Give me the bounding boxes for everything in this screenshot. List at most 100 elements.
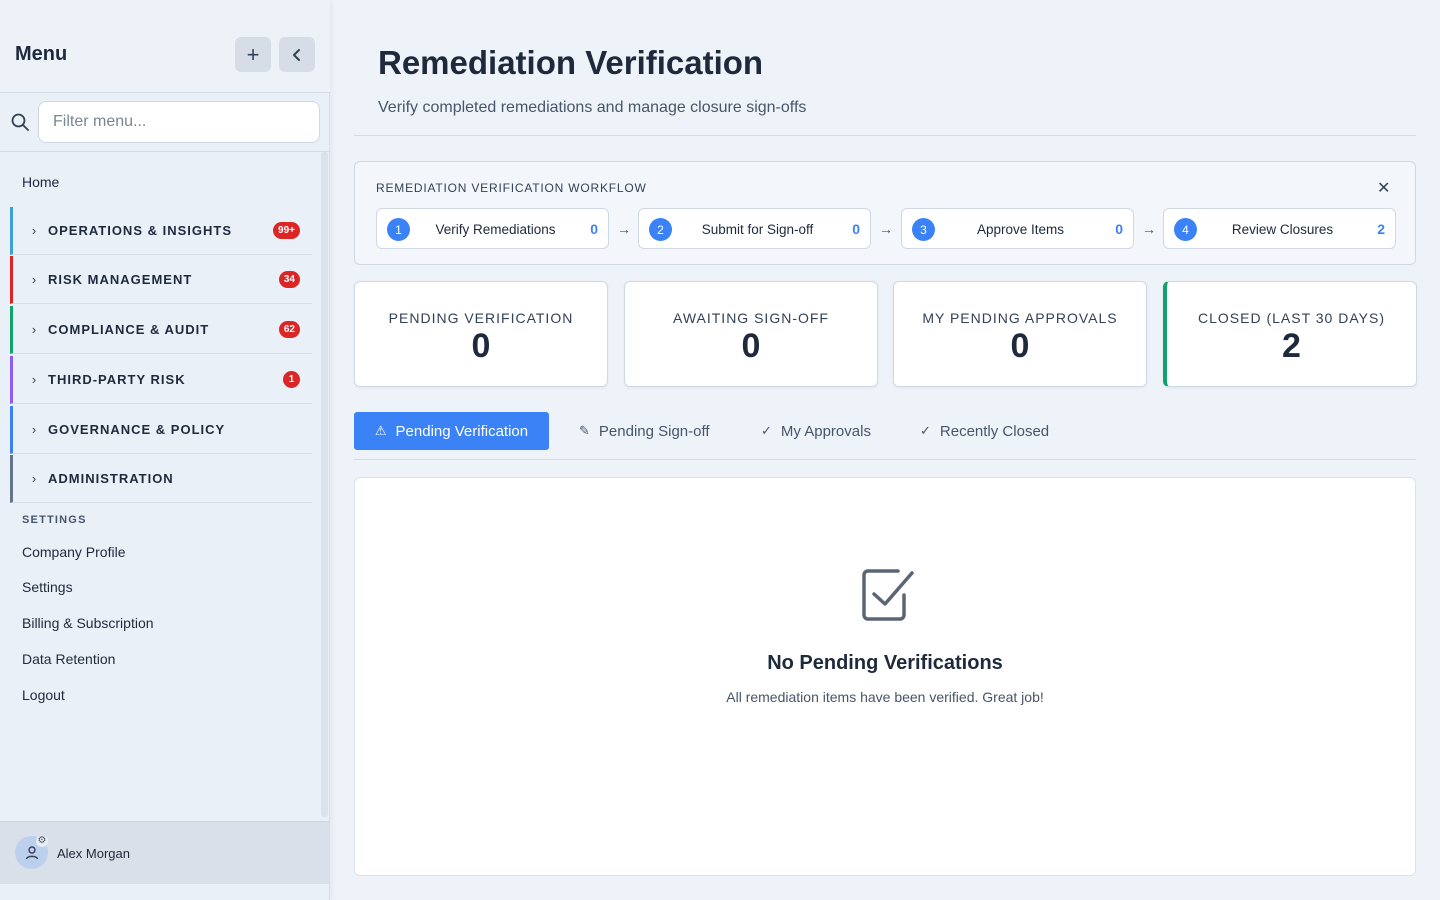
- nav-item-billing[interactable]: Billing & Subscription: [22, 615, 154, 631]
- stat-value: 0: [1010, 327, 1030, 365]
- arrow-right-icon: →: [1142, 221, 1156, 237]
- user-footer[interactable]: ⚙ Alex Morgan: [0, 821, 330, 884]
- workflow-step-submit[interactable]: 2 Submit for Sign-off 0: [638, 208, 871, 249]
- stat-value: 2: [1282, 327, 1301, 365]
- stat-card-closed-last-30-days[interactable]: CLOSED (LAST 30 DAYS) 2: [1163, 281, 1417, 387]
- gear-icon[interactable]: ⚙: [36, 835, 48, 847]
- search-icon: [11, 113, 29, 131]
- pencil-icon: ✎: [579, 423, 590, 438]
- empty-state-panel: No Pending Verifications All remediation…: [354, 477, 1416, 876]
- check-icon: ✓: [920, 423, 931, 438]
- sidebar: Menu + Home › OPERATIONS & INSIGHTS 99+ …: [0, 0, 330, 900]
- step-count: 0: [1115, 221, 1123, 237]
- user-name: Alex Morgan: [57, 846, 130, 861]
- stat-label: PENDING VERIFICATION: [388, 310, 574, 326]
- nav-group-label: THIRD-PARTY RISK: [48, 372, 186, 387]
- step-count: 0: [852, 221, 860, 237]
- tab-pending-verification[interactable]: ⚠ Pending Verification: [354, 412, 549, 450]
- step-count: 0: [590, 221, 598, 237]
- nav-group-risk-management[interactable]: › RISK MANAGEMENT 34: [10, 256, 312, 304]
- nav-group-administration[interactable]: › ADMINISTRATION: [10, 455, 312, 503]
- workflow-panel: REMEDIATION VERIFICATION WORKFLOW ✕ 1 Ve…: [354, 161, 1416, 265]
- step-number: 2: [649, 218, 672, 241]
- tab-my-approvals[interactable]: ✓ My Approvals: [741, 412, 891, 450]
- count-badge: 34: [278, 271, 300, 288]
- chevron-right-icon: ›: [31, 272, 37, 287]
- chevron-right-icon: ›: [31, 422, 37, 437]
- chevron-right-icon: ›: [31, 223, 37, 238]
- tab-recently-closed[interactable]: ✓ Recently Closed: [900, 412, 1069, 450]
- tab-label: Pending Sign-off: [598, 422, 710, 440]
- nav-item-settings[interactable]: Settings: [22, 579, 73, 595]
- tab-bar: ⚠ Pending Verification ✎ Pending Sign-of…: [354, 412, 1416, 460]
- filter-menu-input[interactable]: [38, 101, 320, 143]
- chevron-left-icon: [293, 48, 300, 61]
- workflow-step-approve[interactable]: 3 Approve Items 0: [901, 208, 1134, 249]
- arrow-right-icon: →: [617, 221, 631, 237]
- step-number: 1: [387, 218, 410, 241]
- sidebar-search: [0, 93, 330, 152]
- stat-value: 0: [471, 327, 491, 365]
- empty-state-title: No Pending Verifications: [767, 652, 1003, 674]
- workflow-step-review[interactable]: 4 Review Closures 2: [1163, 208, 1396, 249]
- stat-card-my-pending-approvals[interactable]: MY PENDING APPROVALS 0: [893, 281, 1147, 387]
- divider: [354, 135, 1416, 136]
- step-count: 2: [1377, 221, 1385, 237]
- main-content: Remediation Verification Verify complete…: [331, 0, 1440, 900]
- checkbox-checked-icon: [862, 569, 914, 621]
- nav-item-company-profile[interactable]: Company Profile: [22, 544, 126, 560]
- user-icon: [25, 845, 38, 859]
- chevron-right-icon: ›: [31, 322, 37, 337]
- nav-group-label: GOVERNANCE & POLICY: [48, 422, 226, 437]
- step-label: Submit for Sign-off: [701, 222, 814, 237]
- plus-icon: +: [246, 41, 260, 67]
- step-label: Verify Remediations: [435, 222, 556, 237]
- nav-group-compliance-audit[interactable]: › COMPLIANCE & AUDIT 62: [10, 306, 312, 354]
- add-button[interactable]: +: [235, 37, 271, 72]
- count-badge: 1: [283, 371, 300, 388]
- tab-label: My Approvals: [780, 422, 871, 440]
- step-label: Review Closures: [1231, 222, 1334, 237]
- sidebar-header: Menu +: [0, 0, 330, 93]
- step-number: 3: [912, 218, 935, 241]
- nav-group-label: RISK MANAGEMENT: [48, 272, 193, 287]
- stat-card-awaiting-signoff[interactable]: AWAITING SIGN-OFF 0: [624, 281, 878, 387]
- collapse-sidebar-button[interactable]: [279, 37, 315, 72]
- sidebar-title: Menu: [15, 43, 68, 65]
- nav-item-data-retention[interactable]: Data Retention: [22, 651, 115, 667]
- count-badge: 62: [278, 321, 300, 338]
- stat-label: CLOSED (LAST 30 DAYS): [1198, 310, 1385, 326]
- nav-item-logout[interactable]: Logout: [22, 687, 65, 703]
- tab-label: Recently Closed: [939, 422, 1050, 440]
- page-title: Remediation Verification: [378, 44, 764, 81]
- stat-value: 0: [741, 327, 761, 365]
- step-label: Approve Items: [976, 222, 1065, 237]
- sidebar-nav: Home › OPERATIONS & INSIGHTS 99+ › RISK …: [0, 152, 330, 821]
- stat-label: MY PENDING APPROVALS: [922, 310, 1118, 326]
- sidebar-scrollbar[interactable]: [321, 152, 328, 817]
- stat-label: AWAITING SIGN-OFF: [673, 310, 829, 326]
- count-badge: 99+: [273, 222, 300, 239]
- page-subtitle: Verify completed remediations and manage…: [378, 99, 807, 116]
- nav-group-label: COMPLIANCE & AUDIT: [48, 322, 210, 337]
- chevron-right-icon: ›: [31, 471, 37, 486]
- workflow-step-verify[interactable]: 1 Verify Remediations 0: [376, 208, 609, 249]
- tab-label: Pending Verification: [395, 422, 529, 440]
- chevron-right-icon: ›: [31, 372, 37, 387]
- step-number: 4: [1174, 218, 1197, 241]
- nav-group-third-party-risk[interactable]: › THIRD-PARTY RISK 1: [10, 356, 312, 404]
- nav-item-home[interactable]: Home: [22, 174, 59, 190]
- check-icon: ✓: [761, 423, 772, 438]
- stat-card-pending-verification[interactable]: PENDING VERIFICATION 0: [354, 281, 608, 387]
- workflow-title: REMEDIATION VERIFICATION WORKFLOW: [376, 181, 647, 195]
- arrow-right-icon: →: [879, 221, 893, 237]
- nav-group-label: OPERATIONS & INSIGHTS: [48, 223, 232, 238]
- nav-group-governance-policy[interactable]: › GOVERNANCE & POLICY: [10, 406, 312, 454]
- warning-icon: ⚠: [374, 423, 387, 438]
- tab-pending-signoff[interactable]: ✎ Pending Sign-off: [559, 412, 730, 450]
- empty-state-text: All remediation items have been verified…: [726, 689, 1044, 705]
- settings-section-header: SETTINGS: [22, 514, 87, 526]
- nav-group-operations-insights[interactable]: › OPERATIONS & INSIGHTS 99+: [10, 207, 312, 255]
- nav-group-label: ADMINISTRATION: [48, 471, 174, 486]
- close-icon[interactable]: ✕: [1377, 178, 1390, 198]
